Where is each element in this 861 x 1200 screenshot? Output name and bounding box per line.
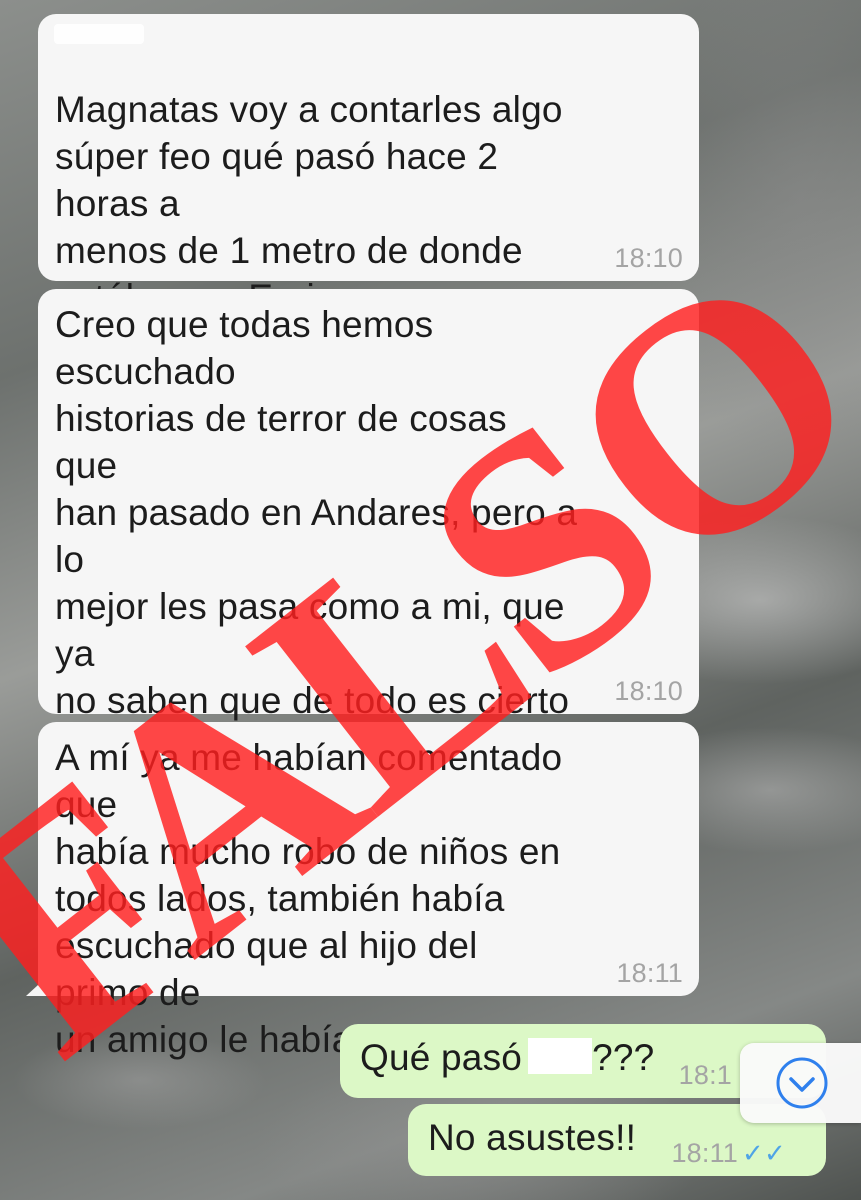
message-text: Magnatas voy a contarles algo súper feo … — [55, 89, 563, 318]
redacted-sender-name — [54, 24, 144, 44]
message-bubble[interactable]: Magnatas voy a contarles algo súper feo … — [38, 14, 699, 318]
chevron-down-icon — [776, 1057, 828, 1109]
chat-view: Magnatas voy a contarles algo súper feo … — [0, 0, 861, 1200]
message-time: 18:11 — [616, 958, 683, 988]
scroll-to-bottom-button[interactable] — [740, 1043, 861, 1123]
message-time: 18:10 — [614, 243, 683, 273]
double-check-icon: ✓✓ — [742, 1138, 786, 1168]
message-time-text: 18:11 — [671, 1138, 739, 1168]
message-text: A mí ya me habían comentado que había mu… — [55, 737, 563, 1060]
message-text-suffix: ??? — [592, 1037, 655, 1078]
message-text: No asustes!! — [428, 1117, 637, 1158]
bubble-tail — [26, 974, 50, 996]
message-time: 18:11 ✓✓ — [671, 1138, 786, 1168]
message-bubble[interactable]: Creo que todas hemos escuchado historias… — [38, 289, 699, 909]
message-time: 18:1 — [678, 1060, 732, 1090]
message-text: Qué pasó — [360, 1037, 523, 1078]
redacted-name — [528, 1038, 593, 1074]
message-time: 18:10 — [614, 676, 683, 706]
message-bubble[interactable]: A mí ya me habían comentado que había mu… — [26, 722, 699, 1060]
